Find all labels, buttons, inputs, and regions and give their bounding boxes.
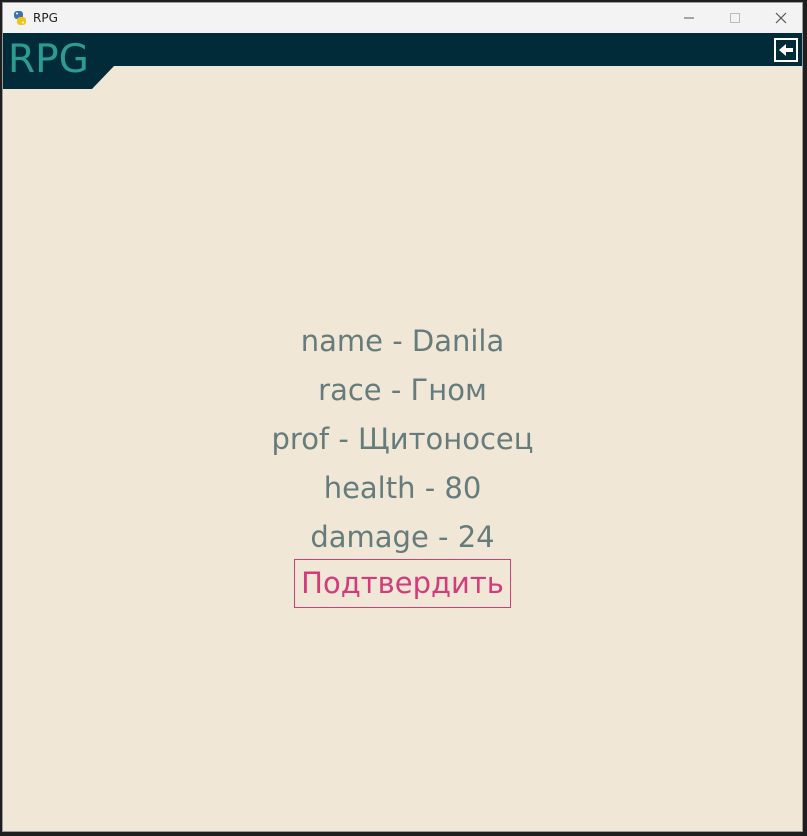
minimize-icon	[684, 17, 694, 19]
window-titlebar[interactable]: RPG	[3, 3, 802, 33]
close-button[interactable]	[758, 3, 802, 33]
character-damage-line: damage - 24	[310, 520, 495, 554]
header-bar	[3, 33, 802, 89]
character-name-line: name - Danila	[300, 324, 505, 358]
python-icon	[14, 11, 26, 25]
character-summary: name - Danila race - Гном prof - Щитонос…	[3, 317, 802, 562]
confirm-button[interactable]: Подтвердить	[294, 559, 511, 608]
game-screen: RPG name - Danila race - Гном prof - Щит…	[3, 33, 802, 831]
arrow-left-icon	[779, 44, 793, 56]
character-health-line: health - 80	[323, 471, 482, 505]
character-race-line: race - Гном	[318, 373, 487, 407]
back-button[interactable]	[774, 38, 798, 62]
maximize-icon	[730, 13, 740, 23]
confirm-container: Подтвердить	[3, 559, 802, 608]
character-profession-line: prof - Щитоносец	[271, 422, 534, 456]
app-window: RPG RPG name - Danila race - Гном prof -…	[2, 2, 803, 832]
page-title: RPG	[8, 37, 89, 82]
maximize-button[interactable]	[712, 3, 758, 33]
minimize-button[interactable]	[666, 3, 712, 33]
window-title: RPG	[33, 11, 58, 25]
close-icon	[775, 12, 787, 24]
